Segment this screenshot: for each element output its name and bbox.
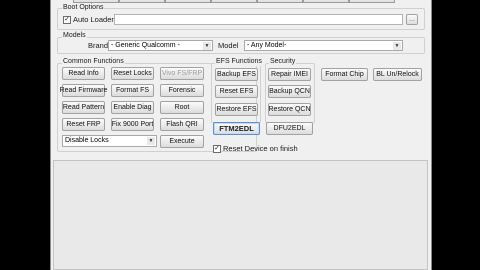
repair-imei-button[interactable]: Repair IMEI <box>268 68 311 81</box>
backup-efs-button[interactable]: Backup EFS <box>215 68 258 81</box>
reset-frp-button[interactable]: Reset FRP <box>62 118 105 131</box>
locks-select[interactable]: Disable Locks ▼ <box>62 135 157 147</box>
tab-2[interactable] <box>119 0 165 3</box>
tab-strip <box>51 0 431 3</box>
backup-qcn-button[interactable]: Backup QCN <box>268 85 311 98</box>
reset-device-label: Reset Device on finish <box>223 144 298 153</box>
chevron-down-icon: ▼ <box>203 42 211 50</box>
tab-1[interactable] <box>73 0 119 3</box>
log-panel[interactable] <box>53 160 428 270</box>
reset-locks-button[interactable]: Reset Locks <box>111 67 154 80</box>
main-window: Boot Options ✓ Auto Loader ... Models Br… <box>50 0 432 270</box>
restore-qcn-button[interactable]: Restore QCN <box>268 103 311 116</box>
read-pattern-button[interactable]: Read Pattern <box>62 101 105 114</box>
loader-path-input[interactable] <box>114 14 403 25</box>
chevron-down-icon: ▼ <box>147 137 155 145</box>
model-select-value: - Any Model- <box>247 42 287 49</box>
tab-3[interactable] <box>165 0 211 3</box>
tab-5[interactable] <box>257 0 303 3</box>
efs-functions-title: EFS Functions <box>215 58 263 66</box>
enable-diag-button[interactable]: Enable Diag <box>111 101 154 114</box>
root-button[interactable]: Root <box>160 101 204 114</box>
restore-efs-button[interactable]: Restore EFS <box>215 103 258 116</box>
model-label: Model <box>218 41 239 50</box>
flash-qri-button[interactable]: Flash QRI <box>160 118 204 131</box>
forensic-button[interactable]: Forensic <box>160 84 204 97</box>
brand-select[interactable]: - Generic Qualcomm - ▼ <box>108 40 213 51</box>
brand-select-value: - Generic Qualcomm - <box>111 42 180 49</box>
auto-loader-label: Auto Loader <box>73 15 114 24</box>
vivo-fs-frp-button[interactable]: Vivo FS/FRP <box>160 67 204 80</box>
models-title: Models <box>62 32 87 40</box>
brand-label: Brand <box>88 41 109 50</box>
auto-loader-checkbox[interactable]: ✓ <box>63 16 71 24</box>
read-info-button[interactable]: Read Info <box>62 67 105 80</box>
tab-6[interactable] <box>303 0 349 3</box>
read-firmware-button[interactable]: Read Firmware <box>60 84 107 97</box>
format-fs-button[interactable]: Format FS <box>111 84 154 97</box>
ftm2edl-button[interactable]: FTM2EDL <box>213 122 260 135</box>
reset-efs-button[interactable]: Reset EFS <box>215 85 258 98</box>
common-functions-title: Common Functions <box>62 58 125 66</box>
fix-9000-port-button[interactable]: Fix 9000 Port <box>111 118 154 131</box>
bl-unrelock-button[interactable]: BL Un/Relock <box>373 68 422 81</box>
dfu2edl-button[interactable]: DFU2EDL <box>266 122 313 135</box>
browse-button[interactable]: ... <box>406 14 418 25</box>
reset-device-checkbox[interactable]: ✓ <box>213 145 221 153</box>
model-select[interactable]: - Any Model- ▼ <box>244 40 403 51</box>
boot-options-title: Boot Options <box>62 4 105 12</box>
chevron-down-icon: ▼ <box>393 42 401 50</box>
execute-button[interactable]: Execute <box>160 135 204 148</box>
format-chip-button[interactable]: Format Chip <box>321 68 368 81</box>
security-title: Security <box>269 58 297 66</box>
locks-select-value: Disable Locks <box>65 137 109 144</box>
tab-4[interactable] <box>211 0 257 3</box>
tab-7[interactable] <box>349 0 395 3</box>
